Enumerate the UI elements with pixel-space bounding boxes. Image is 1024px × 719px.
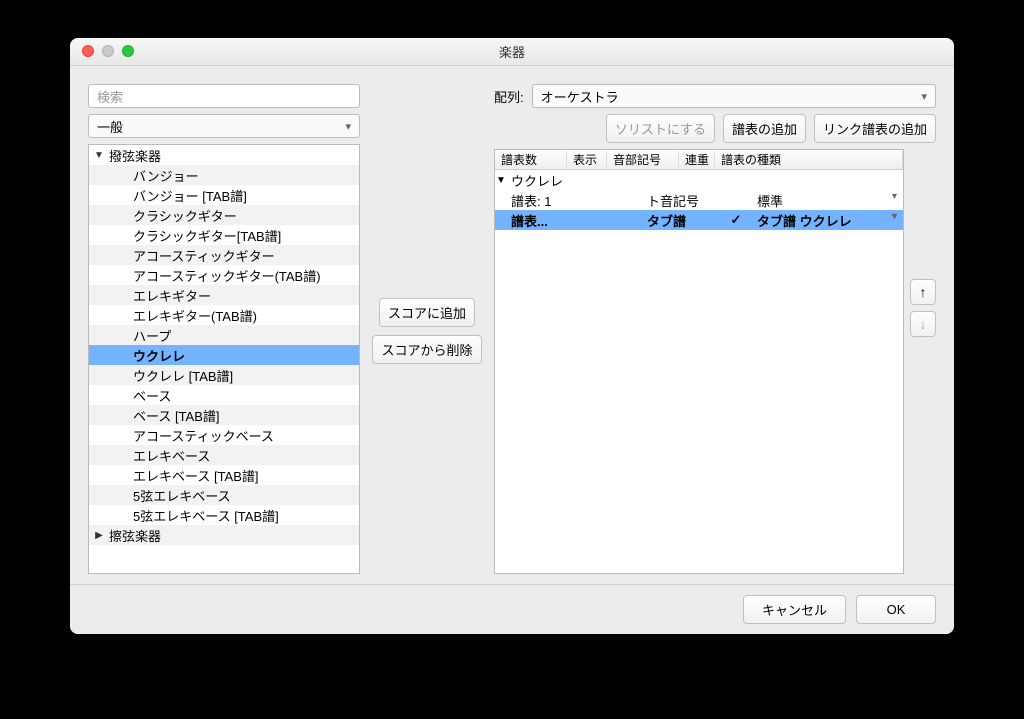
- ok-button[interactable]: OK: [856, 595, 936, 624]
- chevron-right-icon: ▶: [93, 530, 105, 541]
- col-link[interactable]: 連重: [679, 151, 715, 168]
- staff-header: 譜表数 表示 音部記号 連重 譜表の種類: [495, 150, 903, 170]
- tree-item[interactable]: バンジョー [TAB譜]: [89, 185, 359, 205]
- reorder-arrows: ↑ ↓: [910, 279, 936, 574]
- tree-item[interactable]: クラシックギター[TAB譜]: [89, 225, 359, 245]
- genre-select[interactable]: 一般: [88, 114, 360, 138]
- tree-item[interactable]: ベース [TAB譜]: [89, 405, 359, 425]
- tree-item[interactable]: アコースティックベース: [89, 425, 359, 445]
- zoom-icon[interactable]: [122, 45, 134, 57]
- cancel-button[interactable]: キャンセル: [743, 595, 846, 624]
- close-icon[interactable]: [82, 45, 94, 57]
- col-type[interactable]: 譜表の種類: [715, 151, 903, 168]
- remove-from-score-button[interactable]: スコアから削除: [372, 335, 481, 364]
- move-up-button[interactable]: ↑: [910, 279, 936, 305]
- tree-group-plucked[interactable]: ▼撥弦楽器: [89, 145, 359, 165]
- tree-item[interactable]: エレキベース [TAB譜]: [89, 465, 359, 485]
- chevron-down-icon: ▼: [93, 150, 105, 161]
- tree-item[interactable]: エレキギター(TAB譜): [89, 305, 359, 325]
- staff-instrument-name: ウクレレ: [507, 171, 567, 190]
- staff-button-bar: ソリストにする 譜表の追加 リンク譜表の追加: [494, 114, 936, 143]
- transfer-buttons: スコアに追加 スコアから削除: [372, 298, 482, 574]
- left-panel: 検索 一般 ▼撥弦楽器 バンジョー バンジョー [TAB譜] クラシックギター …: [88, 84, 360, 574]
- add-to-score-button[interactable]: スコアに追加: [379, 298, 475, 327]
- dialog-content: 検索 一般 ▼撥弦楽器 バンジョー バンジョー [TAB譜] クラシックギター …: [70, 66, 954, 584]
- dialog-footer: キャンセル OK: [70, 584, 954, 634]
- move-down-button[interactable]: ↓: [910, 311, 936, 337]
- instruments-dialog: 楽器 検索 一般 ▼撥弦楽器 バンジョー バンジョー [TAB譜] クラシックギ…: [70, 38, 954, 634]
- make-soloist-button[interactable]: ソリストにする: [606, 114, 715, 143]
- tree-item[interactable]: アコースティックギター(TAB譜): [89, 265, 359, 285]
- instrument-tree[interactable]: ▼撥弦楽器 バンジョー バンジョー [TAB譜] クラシックギター クラシックギ…: [88, 144, 360, 574]
- tree-item[interactable]: アコースティックギター: [89, 245, 359, 265]
- staff-type-select[interactable]: 標準: [753, 191, 903, 210]
- minimize-icon[interactable]: [102, 45, 114, 57]
- order-label: 配列:: [494, 87, 524, 106]
- right-panel: 配列: オーケストラ ソリストにする 譜表の追加 リンク譜表の追加 譜表数 表示…: [494, 84, 936, 574]
- tree-item[interactable]: ベース: [89, 385, 359, 405]
- tree-item[interactable]: ウクレレ [TAB譜]: [89, 365, 359, 385]
- window-controls: [82, 45, 134, 57]
- staff-type-select[interactable]: タブ譜 ウクレレ: [753, 211, 903, 230]
- staff-root-row[interactable]: ▼ ウクレレ: [495, 170, 903, 190]
- add-staff-button[interactable]: 譜表の追加: [723, 114, 806, 143]
- tree-item[interactable]: エレキベース: [89, 445, 359, 465]
- tree-item[interactable]: エレキギター: [89, 285, 359, 305]
- order-row: 配列: オーケストラ: [494, 84, 936, 108]
- window-title: 楽器: [499, 42, 525, 61]
- titlebar: 楽器: [70, 38, 954, 66]
- staff-table[interactable]: 譜表数 表示 音部記号 連重 譜表の種類 ▼ ウクレレ 譜表: 1: [494, 149, 904, 574]
- tree-item[interactable]: 5弦エレキベース [TAB譜]: [89, 505, 359, 525]
- staff-area: 譜表数 表示 音部記号 連重 譜表の種類 ▼ ウクレレ 譜表: 1: [494, 149, 936, 574]
- col-count[interactable]: 譜表数: [495, 151, 567, 168]
- tree-item[interactable]: バンジョー: [89, 165, 359, 185]
- tree-group-bowed[interactable]: ▶擦弦楽器: [89, 525, 359, 545]
- order-select[interactable]: オーケストラ: [532, 84, 936, 108]
- chevron-down-icon: ▼: [495, 175, 507, 186]
- staff-row-selected[interactable]: 譜表... タブ譜 ✓ タブ譜 ウクレレ: [495, 210, 903, 230]
- check-icon: ✓: [719, 212, 753, 228]
- tree-item[interactable]: ハープ: [89, 325, 359, 345]
- staff-row[interactable]: 譜表: 1 ト音記号 標準: [495, 190, 903, 210]
- add-linked-staff-button[interactable]: リンク譜表の追加: [814, 114, 936, 143]
- tree-item-selected[interactable]: ウクレレ: [89, 345, 359, 365]
- tree-item[interactable]: クラシックギター: [89, 205, 359, 225]
- col-clef[interactable]: 音部記号: [607, 151, 679, 168]
- col-show[interactable]: 表示: [567, 151, 607, 168]
- tree-item[interactable]: 5弦エレキベース: [89, 485, 359, 505]
- search-input[interactable]: 検索: [88, 84, 360, 108]
